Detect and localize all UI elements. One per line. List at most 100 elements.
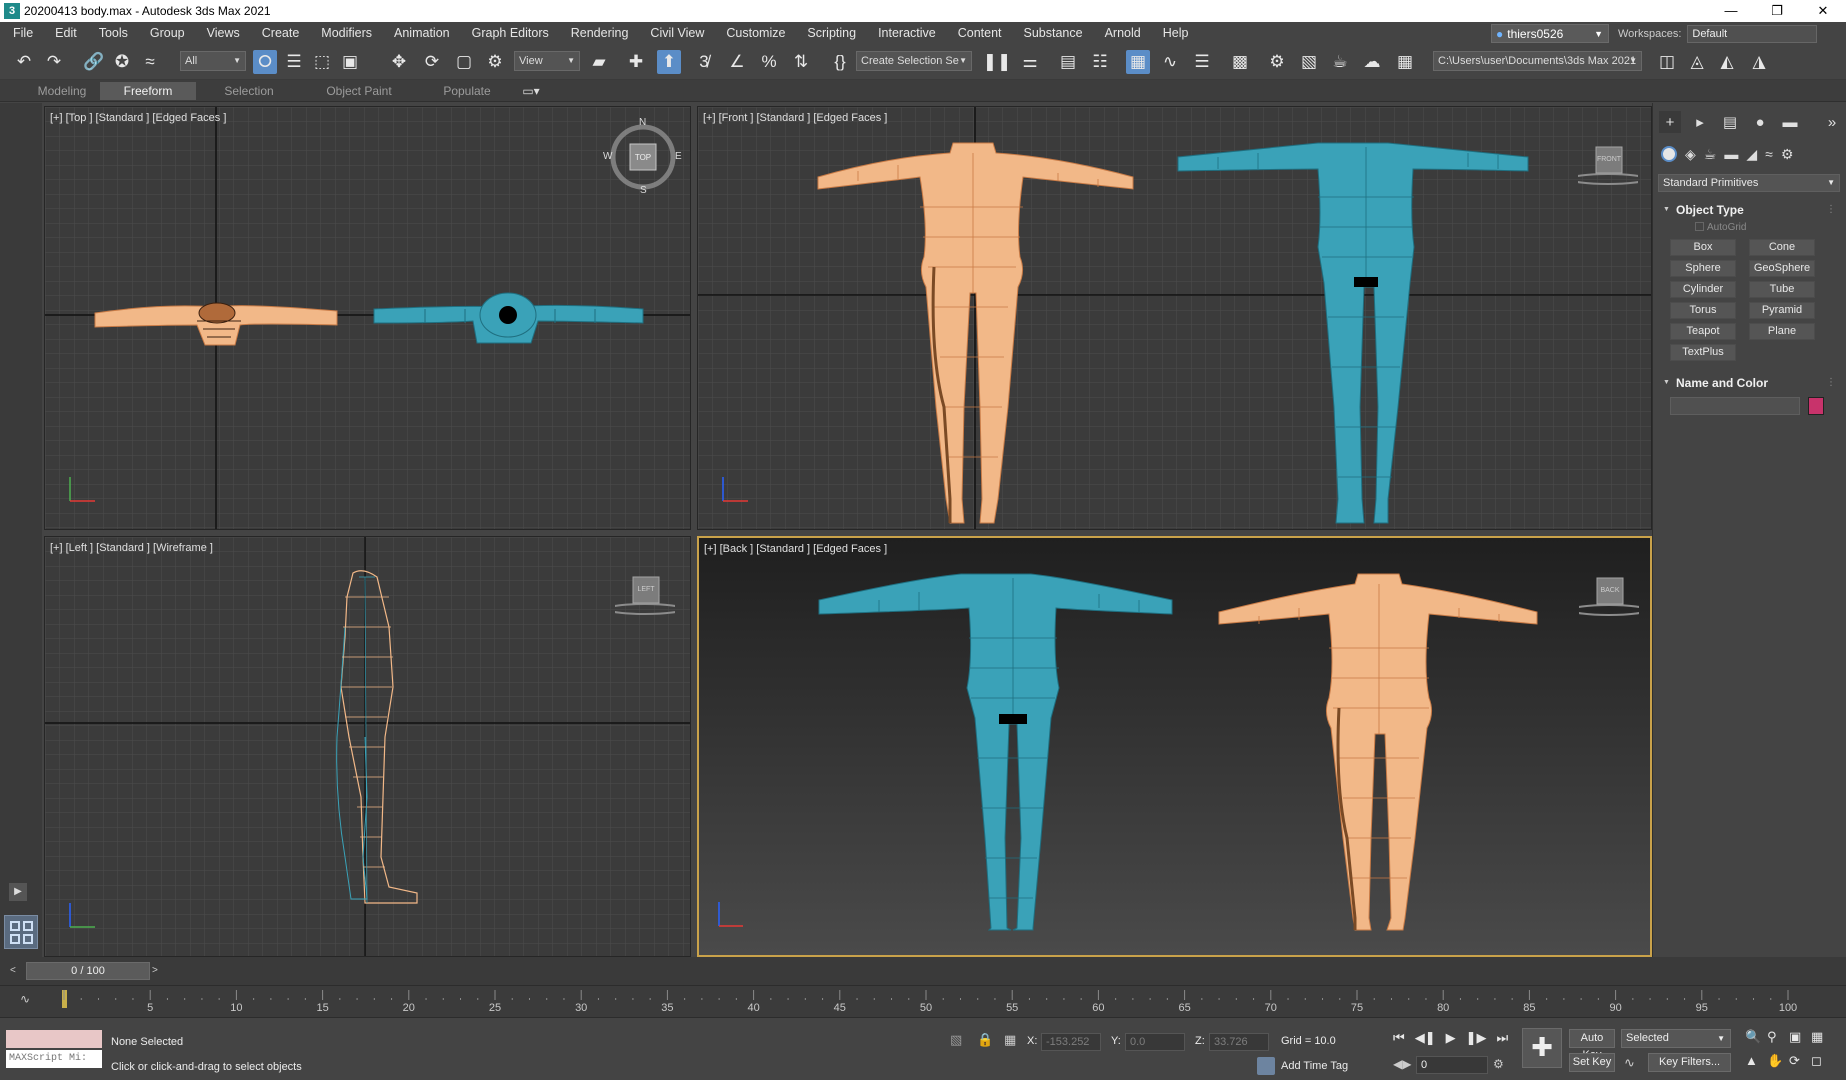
workspaces-dropdown[interactable]: Default [1687,24,1818,43]
ribbon-tab-selection[interactable]: Selection [212,82,286,100]
snaps-toggle-icon[interactable]: 3̸ [692,50,716,74]
add-time-tag[interactable]: Add Time Tag [1281,1060,1348,1072]
geosphere-button[interactable]: GeoSphere [1749,260,1815,277]
teapot-button[interactable]: Teapot [1670,323,1736,340]
ribbon-tab-modeling[interactable]: Modeling [28,82,96,100]
menu-group[interactable]: Group [139,22,196,44]
selection-filter-dropdown[interactable]: All ▼ [180,51,246,71]
motion-tab-icon[interactable]: ● [1749,111,1771,133]
select-and-move-icon[interactable]: ✥ [387,50,411,74]
cone-button[interactable]: Cone [1749,239,1815,256]
render-in-cloud-icon[interactable]: ☁ [1360,50,1384,74]
play-icon[interactable]: ▶ [1446,1030,1456,1046]
zoom-all-icon[interactable]: ⚲ [1767,1029,1789,1045]
menu-content[interactable]: Content [947,22,1013,44]
toggle-layer-explorer-icon[interactable]: ☷ [1088,50,1112,74]
menu-help[interactable]: Help [1152,22,1200,44]
reference-coordinate-dropdown[interactable]: View ▼ [514,51,580,71]
viewcube-front[interactable]: FRONT [1569,131,1647,191]
mirror-icon[interactable]: ❚❚ [983,50,1012,74]
rollout-pin-icon[interactable]: ⋮ [1826,201,1836,219]
ribbon-options-icon[interactable]: ▭▾ [518,82,544,100]
time-configuration-icon[interactable]: ⚙ [1493,1057,1504,1071]
project-settings-icon[interactable]: ◮ [1747,50,1771,74]
ribbon-tab-object-paint[interactable]: Object Paint [314,82,404,100]
cylinder-button[interactable]: Cylinder [1670,281,1736,298]
menu-animation[interactable]: Animation [383,22,461,44]
modify-tab-icon[interactable]: ▸ [1689,111,1711,133]
menu-substance[interactable]: Substance [1013,22,1094,44]
angle-snap-icon[interactable]: ∠ [725,50,749,74]
menu-interactive[interactable]: Interactive [867,22,947,44]
object-type-rollout-header[interactable]: Object Type ⋮ [1658,201,1840,219]
viewport-top[interactable]: [+] [Top ] [Standard ] [Edged Faces ] N … [44,106,691,530]
maxscript-mini-listener[interactable]: MAXScript Mi: [6,1050,102,1068]
align-icon[interactable]: ⚌ [1018,50,1042,74]
rollout-pin-icon[interactable]: ⋮ [1826,374,1836,392]
curve-editor-icon[interactable]: ∿ [1158,50,1182,74]
redo-icon[interactable]: ↷ [42,50,66,74]
set-key-button[interactable]: Set Key [1569,1053,1615,1072]
go-to-start-icon[interactable]: ⏮ [1393,1030,1405,1046]
close-icon[interactable]: ✕ [1800,0,1846,22]
menu-file[interactable]: File [0,22,44,44]
menu-modifiers[interactable]: Modifiers [310,22,383,44]
render-production-icon[interactable]: ☕ [1328,50,1352,74]
ribbon-tab-populate[interactable]: Populate [428,82,506,100]
name-and-color-rollout-header[interactable]: Name and Color ⋮ [1658,374,1840,392]
time-slider-thumb[interactable]: 0 / 100 [26,962,150,980]
bind-space-warp-icon[interactable]: ≈ [138,50,162,74]
y-coord-field[interactable]: 0.0 [1125,1033,1185,1051]
select-and-rotate-icon[interactable]: ⟳ [420,50,444,74]
expand-arrow-icon[interactable]: ▶ [9,883,27,901]
keyboard-shortcut-override-icon[interactable]: ⬆ [657,50,681,74]
isolate-selection-icon[interactable]: ▧ [950,1032,962,1048]
autogrid-checkbox[interactable]: AutoGrid [1695,222,1746,233]
select-and-scale-icon[interactable]: ▢ [452,50,476,74]
viewport-left[interactable]: [+] [Left ] [Standard ] [Wireframe ] LEF… [44,536,691,957]
project-open-icon[interactable]: ◬ [1685,50,1709,74]
select-object-icon[interactable]: ⭘ [253,50,277,74]
restore-icon[interactable]: ❐ [1754,0,1800,22]
box-button[interactable]: Box [1670,239,1736,256]
go-to-end-icon[interactable]: ⏭ [1496,1030,1508,1046]
time-tag-icon[interactable] [1257,1057,1275,1075]
select-by-name-icon[interactable]: ☰ [282,50,306,74]
orbit-icon[interactable]: ⟳ [1789,1053,1811,1069]
menu-create[interactable]: Create [251,22,311,44]
x-coord-field[interactable]: -153.252 [1041,1033,1101,1051]
shapes-icon[interactable]: ◈ [1685,146,1696,163]
user-account-dropdown[interactable]: ● thiers0526 ▼ [1491,24,1609,43]
minimize-icon[interactable]: — [1708,0,1754,22]
expand-panel-icon[interactable]: » [1821,111,1843,133]
object-name-input[interactable] [1670,397,1800,415]
field-of-view-icon[interactable]: ▲ [1745,1053,1767,1069]
zoom-icon[interactable]: 🔍 [1745,1029,1767,1045]
viewcube-back[interactable]: BACK [1570,562,1648,622]
tube-button[interactable]: Tube [1749,281,1815,298]
menu-arnold[interactable]: Arnold [1094,22,1152,44]
render-setup-icon[interactable]: ⚙ [1265,50,1289,74]
key-filters-button[interactable]: Key Filters... [1648,1053,1731,1072]
helpers-icon[interactable]: ◢ [1746,146,1757,163]
pan-hand-icon[interactable]: ✋ [1767,1053,1789,1069]
pyramid-button[interactable]: Pyramid [1749,302,1815,319]
key-mode-dropdown[interactable]: Selected ▼ [1621,1029,1731,1048]
frame-step-icon[interactable]: ◀▶ [1393,1057,1411,1071]
edit-named-selection-icon[interactable]: {} [828,50,852,74]
sphere-button[interactable]: Sphere [1670,260,1736,277]
toggle-scene-explorer-icon[interactable]: ▤ [1056,50,1080,74]
menu-views[interactable]: Views [196,22,251,44]
menu-civil-view[interactable]: Civil View [639,22,715,44]
cameras-icon[interactable]: ▬ [1724,146,1738,162]
menu-customize[interactable]: Customize [715,22,796,44]
viewport-front-label[interactable]: [+] [Front ] [Standard ] [Edged Faces ] [703,112,887,124]
maxscript-listener-output[interactable] [6,1030,102,1048]
viewport-back-label[interactable]: [+] [Back ] [Standard ] [Edged Faces ] [704,543,887,555]
project-folder-dropdown[interactable]: C:\Users\user\Documents\3ds Max 2021 ▼ [1433,51,1642,71]
schematic-view-icon[interactable]: ☰ [1190,50,1214,74]
zoom-extents-all-icon[interactable]: ▦ [1811,1029,1833,1045]
previous-frame-icon[interactable]: ◀❚ [1415,1030,1436,1046]
material-editor-icon[interactable]: ▩ [1228,50,1252,74]
spinner-snap-icon[interactable]: ⇅ [789,50,813,74]
